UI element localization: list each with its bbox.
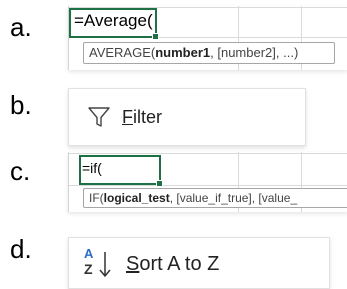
tooltip-current-argument: logical_test bbox=[103, 191, 170, 205]
accelerator-key: S bbox=[126, 252, 140, 275]
cell-formula-text[interactable]: =Average( bbox=[74, 11, 153, 31]
label-d: d. bbox=[10, 234, 32, 264]
excel-snippet-average: =Average( AVERAGE(number1, [number2], ..… bbox=[68, 6, 347, 70]
ribbon-sort-panel: A Z Sort A to Z bbox=[68, 237, 330, 289]
label-rest: ort A to Z bbox=[139, 252, 220, 275]
label-rest: ilter bbox=[133, 106, 163, 127]
gridline bbox=[69, 153, 347, 154]
label-b: b. bbox=[10, 90, 32, 120]
sort-icon-letter-z: Z bbox=[84, 261, 93, 277]
gridline bbox=[69, 185, 347, 186]
excel-snippet-if: =if( IF(logical_test, [value_if_true], [… bbox=[68, 152, 347, 212]
tooltip-remaining-arguments: , [number2], ...) bbox=[210, 45, 299, 60]
tooltip-function-name: IF( bbox=[89, 191, 104, 205]
label-c: c. bbox=[10, 156, 31, 186]
function-tooltip: AVERAGE(number1, [number2], ...) bbox=[83, 42, 335, 64]
tooltip-function-name: AVERAGE( bbox=[89, 45, 156, 60]
filter-icon bbox=[87, 105, 111, 129]
fill-handle[interactable] bbox=[152, 33, 159, 40]
tooltip-current-argument: number1 bbox=[155, 45, 211, 60]
tooltip-remaining-arguments: , [value_if_true], [value_ bbox=[169, 191, 298, 205]
fill-handle[interactable] bbox=[156, 180, 163, 187]
function-tooltip: IF(logical_test, [value_if_true], [value… bbox=[83, 188, 347, 208]
filter-button[interactable]: Filter bbox=[87, 102, 162, 132]
label-a: a. bbox=[10, 12, 32, 42]
cell-formula-text[interactable]: =if( bbox=[82, 160, 102, 176]
sort-icon-letter-a: A bbox=[84, 246, 94, 261]
filter-button-label: Filter bbox=[122, 107, 162, 128]
sort-a-to-z-icon: A Z bbox=[84, 246, 114, 278]
ribbon-filter-panel: Filter bbox=[68, 88, 306, 146]
sort-a-to-z-button[interactable]: A Z Sort A to Z bbox=[84, 246, 219, 279]
sort-a-to-z-label: Sort A to Z bbox=[126, 253, 219, 276]
accelerator-key: F bbox=[122, 106, 133, 127]
